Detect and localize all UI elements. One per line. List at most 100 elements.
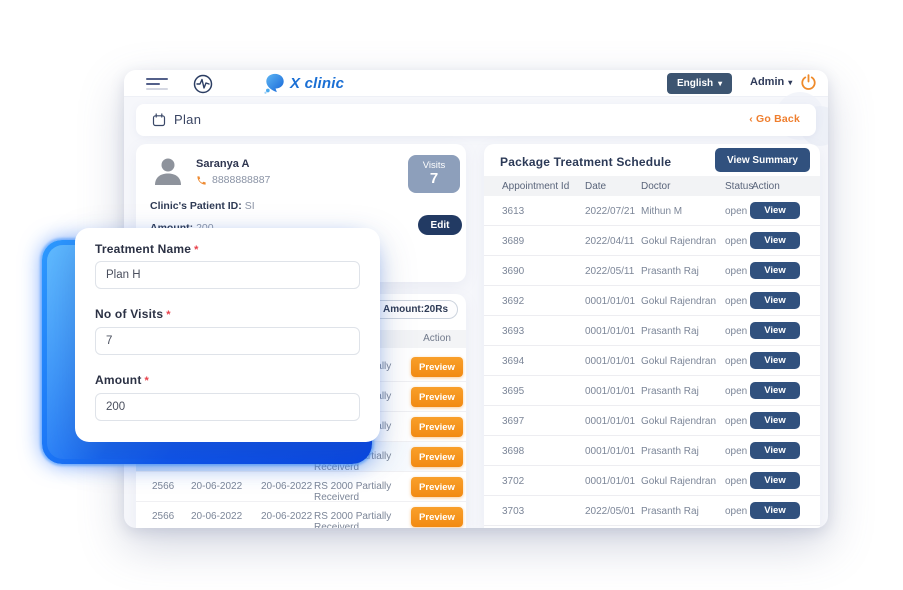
appointment-id: 3613	[502, 206, 524, 217]
view-button[interactable]: View	[750, 322, 800, 339]
pulse-logo-icon	[192, 73, 214, 100]
amount-label: Amount*	[95, 373, 149, 387]
payment-row: 256620-06-202220-06-2022RS 2000 Partiall…	[136, 472, 466, 502]
page-title: Plan	[174, 112, 201, 127]
action-column-header: Action	[411, 333, 463, 344]
view-button[interactable]: View	[750, 262, 800, 279]
appointment-id: 3692	[502, 296, 524, 307]
hamburger-menu-icon[interactable]	[146, 78, 168, 93]
payment-date-2: 20-06-2022	[261, 481, 312, 492]
appointment-date: 0001/01/01	[585, 446, 635, 457]
avatar	[150, 152, 186, 193]
chevron-left-icon: ‹	[749, 113, 753, 125]
appointment-status: open	[725, 506, 747, 517]
treatment-name-label: Treatment Name*	[95, 242, 199, 256]
receipt-no: 2566	[152, 511, 174, 522]
view-summary-button[interactable]: View Summary	[715, 148, 810, 172]
doctor-name: Mithun M	[641, 206, 682, 217]
appointment-date: 0001/01/01	[585, 296, 635, 307]
preview-button[interactable]: Preview	[411, 417, 463, 437]
view-button[interactable]: View	[750, 412, 800, 429]
doctor-name: Prasanth Raj	[641, 446, 699, 457]
chat-droplet-icon	[264, 72, 286, 94]
view-button[interactable]: View	[750, 442, 800, 459]
schedule-table-header: Appointment Id Date Doctor Status Action	[484, 176, 820, 196]
date-header: Date	[585, 181, 606, 192]
appointment-status: open	[725, 476, 747, 487]
schedule-row: 37032022/05/01Prasanth RajopenView	[484, 496, 820, 526]
payment-status: RS 2000 Partially Receiverd	[314, 511, 410, 528]
appointment-status: open	[725, 386, 747, 397]
amount-input[interactable]	[95, 393, 360, 421]
doctor-name: Prasanth Raj	[641, 506, 699, 517]
doctor-name: Gokul Rajendran	[641, 236, 716, 247]
view-button[interactable]: View	[750, 472, 800, 489]
preview-button[interactable]: Preview	[411, 447, 463, 467]
appointment-id: 3698	[502, 446, 524, 457]
language-dropdown[interactable]: English▾	[667, 73, 732, 94]
appointment-status: open	[725, 356, 747, 367]
doctor-name: Gokul Rajendran	[641, 296, 716, 307]
patient-phone: 8888888887	[196, 174, 270, 186]
schedule-row: 36980001/01/01Prasanth RajopenView	[484, 436, 820, 466]
view-button[interactable]: View	[750, 202, 800, 219]
calendar-icon	[152, 113, 166, 127]
brand-logo: X clinic	[264, 72, 344, 94]
edit-button[interactable]: Edit	[418, 215, 462, 235]
schedule-row: 3689 2022/04/11 Gokul Rajendran openView	[484, 226, 820, 256]
payment-row: 256620-06-202220-06-2022RS 2000 Partiall…	[136, 502, 466, 528]
doctor-name: Prasanth Raj	[641, 266, 699, 277]
navbar: X clinic English▾ Admin▾	[124, 70, 828, 97]
schedule-row: 36920001/01/01Gokul RajendranopenView	[484, 286, 820, 316]
appointment-id: 3697	[502, 416, 524, 427]
appointment-date: 2022/04/11	[585, 236, 634, 247]
preview-button[interactable]: Preview	[411, 477, 463, 497]
treatment-name-input[interactable]	[95, 261, 360, 289]
doctor-header: Doctor	[641, 181, 670, 192]
doctor-name: Gokul Rajendran	[641, 476, 716, 487]
appointment-id: 3689	[502, 236, 524, 247]
status-header: Status	[725, 181, 753, 192]
doctor-name: Prasanth Raj	[641, 326, 699, 337]
treatment-form-modal: Treatment Name* No of Visits* Amount*	[75, 228, 380, 442]
view-button[interactable]: View	[750, 382, 800, 399]
doctor-name: Prasanth Raj	[641, 386, 699, 397]
schedule-row: 36940001/01/01Gokul RajendranopenView	[484, 346, 820, 376]
admin-menu[interactable]: Admin▾	[750, 76, 792, 88]
receipt-no: 2566	[152, 481, 174, 492]
appointment-id: 3694	[502, 356, 524, 367]
brand-name: X clinic	[290, 75, 344, 92]
preview-button[interactable]: Preview	[411, 507, 463, 527]
appointment-id: 3702	[502, 476, 524, 487]
schedule-row: 36970001/01/01Gokul RajendranopenView	[484, 406, 820, 436]
page-header: Plan ‹Go Back	[136, 104, 816, 136]
view-button[interactable]: View	[750, 232, 800, 249]
payment-date: 20-06-2022	[191, 511, 242, 522]
preview-button[interactable]: Preview	[411, 387, 463, 407]
power-icon	[800, 74, 817, 91]
logout-power-button[interactable]	[800, 74, 817, 94]
appointment-status: open	[725, 416, 747, 427]
appointment-status: open	[725, 236, 747, 247]
doctor-name: Gokul Rajendran	[641, 356, 716, 367]
appointment-date: 0001/01/01	[585, 386, 635, 397]
go-back-link[interactable]: ‹Go Back	[749, 113, 800, 125]
preview-button[interactable]: Preview	[411, 357, 463, 377]
view-button[interactable]: View	[750, 502, 800, 519]
appointment-status: open	[725, 206, 747, 217]
view-button[interactable]: View	[750, 352, 800, 369]
chevron-down-icon: ▾	[788, 78, 792, 87]
appointment-id: 3693	[502, 326, 524, 337]
schedule-row: 36902022/05/11Prasanth RajopenView	[484, 256, 820, 286]
visits-badge: Visits 7	[408, 155, 460, 193]
doctor-name: Gokul Rajendran	[641, 416, 716, 427]
appointment-date: 2022/07/21	[585, 206, 635, 217]
no-of-visits-input[interactable]	[95, 327, 360, 355]
payment-date: 20-06-2022	[191, 481, 242, 492]
patient-name: Saranya A	[196, 158, 249, 170]
schedule-title: Package Treatment Schedule	[500, 155, 671, 169]
appointment-date: 2022/05/11	[585, 266, 634, 277]
view-button[interactable]: View	[750, 292, 800, 309]
chevron-down-icon: ▾	[718, 79, 722, 88]
phone-icon	[196, 175, 207, 186]
